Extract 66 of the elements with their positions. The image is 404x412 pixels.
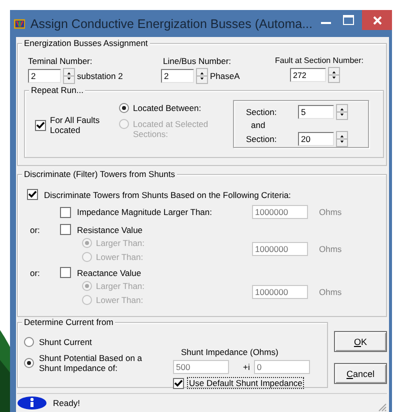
checkbox[interactable]	[35, 120, 46, 130]
checkbox[interactable]	[60, 206, 71, 218]
field-label: Section:	[246, 107, 278, 118]
checkbox-label: Reactance Value	[77, 268, 142, 278]
radio-label: Shunt Current	[39, 337, 93, 347]
number-field[interactable]: 1000000	[252, 205, 308, 219]
window-title: Assign Conductive Energization Busses (Automa...	[30, 16, 313, 30]
checkbox-label: Impedance Magnitude Larger Than:	[77, 207, 212, 217]
number-field[interactable]: 5	[298, 105, 334, 120]
group-title: Energization Busses Assignment	[22, 38, 150, 48]
status-text: Ready!	[53, 398, 80, 408]
close-icon	[372, 16, 382, 24]
group-title: Repeat Run...	[29, 85, 86, 95]
checkbox-label: Use Default Shunt Impedance	[187, 377, 304, 389]
checkbox[interactable]	[27, 189, 38, 200]
resize-grip-icon	[377, 402, 387, 412]
imaginary-label: +i	[242, 362, 251, 372]
field-label: Fault at Section Number:	[275, 56, 364, 65]
radio-button[interactable]	[119, 103, 129, 113]
number-field[interactable]: 272	[290, 68, 326, 82]
spin-button[interactable]	[328, 67, 340, 83]
field-suffix: PhaseA	[210, 71, 240, 81]
radio-button[interactable]	[24, 337, 34, 347]
radio-label: Located Between:	[133, 103, 202, 113]
field-label: Teminal Number:	[28, 56, 94, 66]
checkbox-label: Resistance Value	[77, 224, 143, 234]
or-label: or:	[30, 268, 41, 278]
field-suffix: substation 2	[77, 71, 123, 81]
group-title: Discriminate (Filter) Towers from Shunts	[22, 169, 177, 179]
or-label: or:	[30, 224, 41, 234]
unit-label: Ohms	[318, 207, 343, 217]
checkbox[interactable]	[173, 378, 184, 388]
radio-label: Lower Than:	[96, 295, 144, 305]
app-icon	[14, 16, 26, 30]
maximize-icon[interactable]	[343, 15, 354, 25]
radio-label: Lower Than:	[96, 252, 144, 262]
radio-label: Larger Than:	[96, 238, 145, 248]
group-title: Determine Current from	[22, 317, 116, 327]
unit-label: Ohms	[318, 244, 343, 254]
radio-button[interactable]	[24, 358, 34, 368]
number-field[interactable]: 1000000	[252, 284, 308, 298]
field-heading: Shunt Impedance (Ohms)	[180, 347, 280, 357]
checkbox-label: Discriminate Towers from Shunts Based on the Following Criteria:	[44, 190, 291, 200]
field-label: Line/Bus Number:	[163, 56, 232, 66]
number-field[interactable]: 2	[28, 69, 61, 83]
dialog-button[interactable]: OK	[334, 331, 387, 352]
unit-label: Ohms	[318, 286, 343, 296]
radio-label: Larger Than:	[96, 281, 145, 291]
field-label: Section:	[246, 134, 278, 144]
minimize-icon[interactable]	[321, 22, 332, 24]
radio-label: Located at Selected Sections:	[133, 119, 210, 139]
spin-button[interactable]	[196, 68, 208, 84]
spin-button[interactable]	[336, 130, 348, 147]
close-button[interactable]	[362, 10, 392, 30]
checkbox[interactable]	[60, 224, 71, 235]
number-field[interactable]: 20	[298, 132, 334, 146]
checkbox-label: For All Faults Located	[50, 115, 101, 135]
checkbox[interactable]	[60, 267, 71, 278]
number-field[interactable]: 2	[161, 69, 194, 83]
spin-button[interactable]	[336, 104, 348, 120]
dialog-button[interactable]: Cancel	[334, 363, 387, 384]
field-label: and	[250, 120, 266, 130]
number-field[interactable]: 1000000	[252, 242, 308, 256]
info-icon	[17, 396, 47, 410]
spin-button[interactable]	[63, 68, 75, 84]
radio-label: Shunt Potential Based on a Shunt Impedance of:	[39, 353, 144, 373]
